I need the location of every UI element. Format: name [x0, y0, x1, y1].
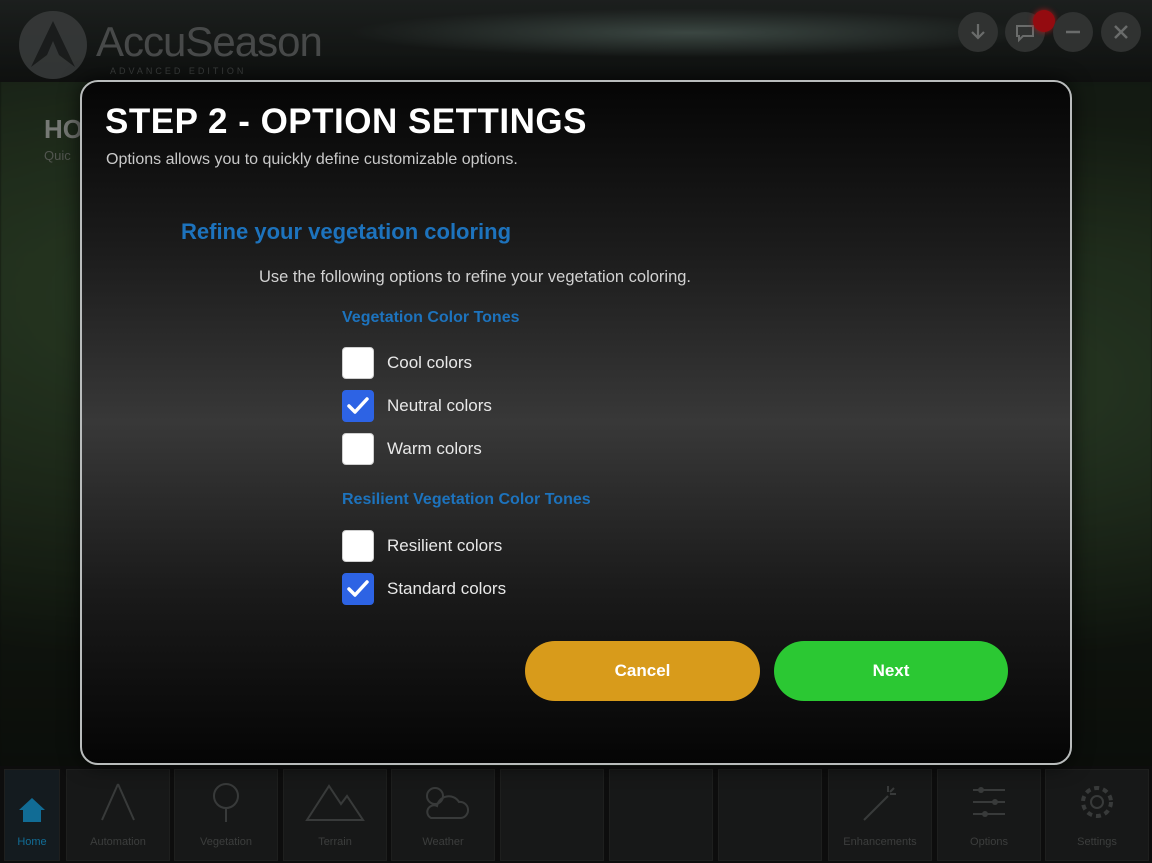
option-label: Resilient colors [387, 536, 503, 555]
checkbox[interactable] [342, 530, 374, 562]
next-button[interactable]: Next [774, 641, 1008, 701]
option-warm-colors[interactable]: Warm colors [342, 432, 482, 466]
option-label: Neutral colors [387, 396, 492, 415]
option-standard-colors[interactable]: Standard colors [342, 572, 506, 606]
cancel-button[interactable]: Cancel [525, 641, 760, 701]
option-resilient-colors[interactable]: Resilient colors [342, 529, 502, 563]
option-settings-dialog: STEP 2 - OPTION SETTINGS Options allows … [80, 80, 1072, 765]
checkbox[interactable] [342, 390, 374, 422]
option-label: Cool colors [387, 353, 473, 372]
section-heading: Refine your vegetation coloring [181, 219, 512, 244]
checkbox[interactable] [342, 573, 374, 605]
dialog-title: STEP 2 - OPTION SETTINGS [105, 102, 587, 141]
group-label-resilient-tones: Resilient Vegetation Color Tones [342, 491, 591, 508]
option-label: Warm colors [387, 439, 482, 458]
option-cool-colors[interactable]: Cool colors [342, 346, 472, 380]
checkbox[interactable] [342, 347, 374, 379]
section-description: Use the following options to refine your… [259, 268, 692, 286]
group-label-vegetation-tones: Vegetation Color Tones [342, 309, 520, 326]
option-label: Standard colors [387, 579, 507, 598]
checkmark-icon [347, 580, 369, 597]
checkmark-icon [347, 397, 369, 414]
dialog-subtitle: Options allows you to quickly define cus… [106, 151, 518, 168]
option-neutral-colors[interactable]: Neutral colors [342, 389, 492, 423]
checkbox[interactable] [342, 433, 374, 465]
